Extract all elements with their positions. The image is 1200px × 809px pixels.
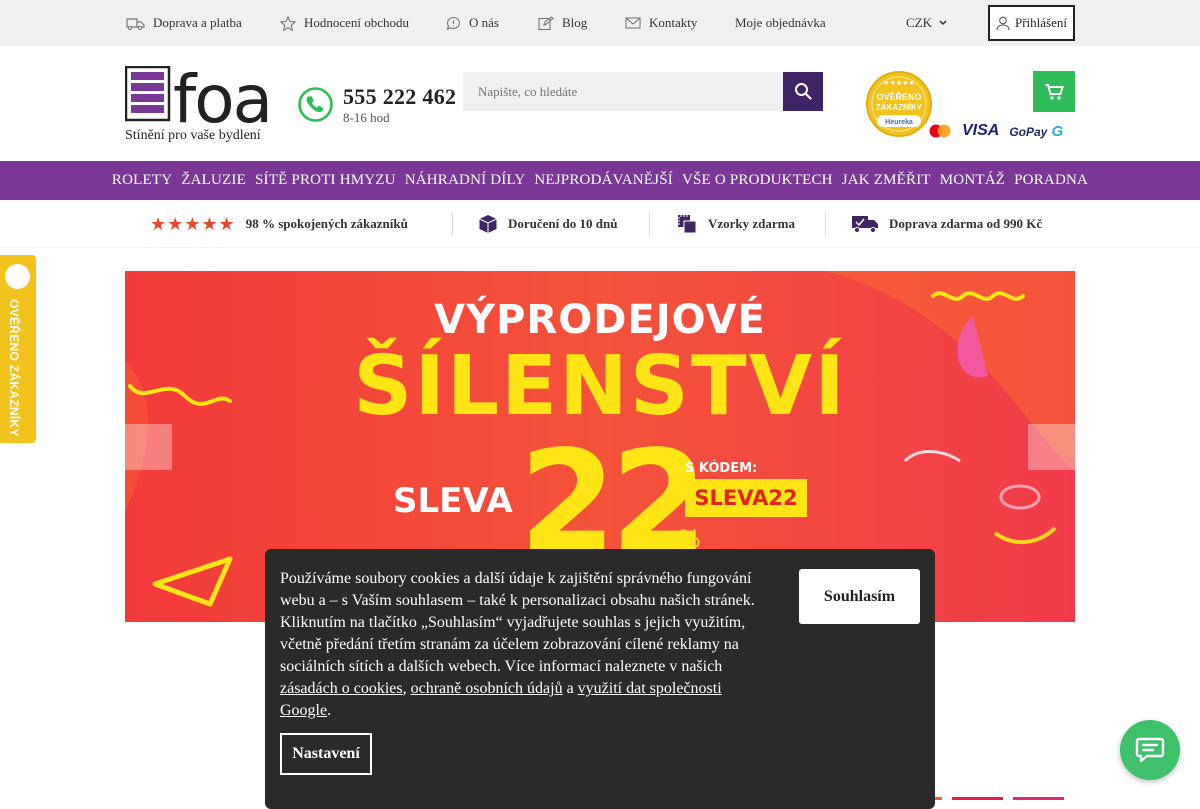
chevron-down-icon bbox=[939, 20, 947, 26]
cookie-text: Používáme soubory cookies a další údaje … bbox=[280, 568, 770, 722]
divider bbox=[649, 212, 650, 236]
star-icon bbox=[280, 15, 296, 31]
my-order-label: Moje objednávka bbox=[735, 15, 826, 30]
currency-select[interactable]: CZK bbox=[906, 0, 948, 46]
foa-logo[interactable]: foa bbox=[125, 66, 290, 126]
currency-label: CZK bbox=[906, 15, 932, 30]
usp-samples: Vzorky zdarma bbox=[676, 200, 795, 248]
verified-customers-tab[interactable]: OVĚŘENO ZÁKAZNÍKY bbox=[0, 255, 36, 443]
search-input[interactable] bbox=[463, 72, 783, 111]
usp-free-shipping: Doprava zdarma od 990 Kč bbox=[851, 200, 1042, 248]
shipping-link[interactable]: Doprava a platba bbox=[126, 0, 242, 46]
about-label: O nás bbox=[469, 15, 499, 30]
blog-label: Blog bbox=[562, 15, 588, 30]
logo-text: foa bbox=[173, 66, 271, 126]
edit-icon bbox=[538, 15, 554, 30]
nav-item-jak-zmerit[interactable]: JAK ZMĚŘIT bbox=[837, 172, 935, 189]
gopay-label: GoPay bbox=[1009, 124, 1048, 139]
nav-item-nejprodavanejsi[interactable]: NEJPRODÁVANĚJŠÍ bbox=[530, 172, 678, 189]
cookie-settings-button[interactable]: Nastavení bbox=[280, 733, 372, 775]
login-button[interactable]: Přihlášení bbox=[988, 5, 1075, 41]
phone-icon bbox=[298, 87, 333, 122]
heureka-badge[interactable]: ★★★★★ OVĚŘENO ZÁKAZNÍKY Heureka bbox=[865, 70, 933, 138]
gopay-icon: GoPay G bbox=[1009, 122, 1064, 140]
usp-delivery: Doručení do 10 dnů bbox=[478, 200, 617, 248]
cookie-dialog: Používáme soubory cookies a další údaje … bbox=[265, 549, 935, 809]
mail-icon bbox=[625, 17, 641, 29]
rating-stars: ★★★★★ bbox=[150, 213, 236, 235]
svg-text:★★★★★: ★★★★★ bbox=[883, 79, 914, 87]
divider bbox=[452, 212, 453, 236]
delivery-truck-icon bbox=[852, 216, 878, 233]
cookie-and: a bbox=[566, 680, 574, 697]
blog-link[interactable]: Blog bbox=[538, 0, 587, 46]
truck-icon bbox=[126, 17, 145, 30]
nav-item-nahradni-dily[interactable]: NÁHRADNÍ DÍLY bbox=[400, 172, 530, 189]
accept-cookies-button[interactable]: Souhlasím bbox=[799, 569, 920, 624]
top-bar: Doprava a platba Hodnocení obchodu O nás… bbox=[0, 0, 1200, 46]
banner-line1: VÝPRODEJOVÉ bbox=[434, 297, 766, 343]
main-nav: ROLETY ŽALUZIE SÍTĚ PROTI HMYZU NÁHRADNÍ… bbox=[0, 161, 1200, 200]
reviews-label: Hodnocení obchodu bbox=[304, 15, 410, 30]
usp-bar: ★★★★★ 98 % spokojených zákazníků Doručen… bbox=[0, 200, 1200, 248]
cookie-comma: , bbox=[402, 680, 407, 697]
nav-item-poradna[interactable]: PORADNA bbox=[1010, 172, 1093, 189]
mastercard-icon bbox=[929, 124, 951, 138]
banner-line2: ŠÍLENSTVÍ bbox=[353, 339, 847, 434]
cookie-period: . bbox=[327, 702, 332, 719]
banner-code: SLEVA22 bbox=[685, 479, 807, 517]
chat-icon bbox=[1135, 737, 1165, 763]
heureka-line1: OVĚŘENO bbox=[876, 91, 921, 102]
side-tab-label: OVĚŘENO ZÁKAZNÍKY bbox=[7, 299, 21, 437]
usp-samples-label: Vzorky zdarma bbox=[708, 216, 796, 231]
chat-button[interactable] bbox=[1120, 720, 1180, 780]
header: foa Stínění pro vaše bydlení 555 222 462… bbox=[0, 46, 1200, 161]
contacts-link[interactable]: Kontakty bbox=[625, 0, 697, 46]
my-order-link[interactable]: Moje objednávka bbox=[735, 0, 826, 46]
nav-item-rolety[interactable]: ROLETY bbox=[107, 172, 176, 189]
cart-button[interactable] bbox=[1033, 71, 1075, 112]
box-icon bbox=[479, 215, 497, 233]
nav-item-vse-o-produktech[interactable]: VŠE O PRODUKTECH bbox=[677, 172, 837, 189]
search-button[interactable] bbox=[783, 72, 823, 111]
comment-icon bbox=[446, 16, 460, 30]
payment-icons: VISA GoPay G bbox=[928, 122, 1063, 140]
usp-free-shipping-label: Doprava zdarma od 990 Kč bbox=[889, 216, 1043, 231]
about-link[interactable]: O nás bbox=[446, 0, 499, 46]
banner-sleva: SLEVA bbox=[393, 481, 513, 521]
visa-icon: VISA bbox=[962, 122, 1000, 139]
shipping-label: Doprava a platba bbox=[153, 15, 242, 30]
usp-delivery-label: Doručení do 10 dnů bbox=[508, 216, 618, 231]
user-icon bbox=[996, 16, 1010, 30]
heureka-brand: Heureka bbox=[885, 119, 913, 126]
heureka-line2: ZÁKAZNÍKY bbox=[876, 103, 923, 112]
nav-item-site[interactable]: SÍTĚ PROTI HMYZU bbox=[251, 172, 401, 189]
slider-prev-button[interactable] bbox=[125, 424, 172, 470]
usp-satisfaction: ★★★★★ 98 % spokojených zákazníků bbox=[150, 200, 408, 248]
phone-hours: 8-16 hod bbox=[343, 110, 390, 125]
banner-code-text: SLEVA22 bbox=[694, 486, 798, 510]
cookie-policy-link[interactable]: zásadách o cookies bbox=[280, 680, 403, 697]
cart-icon bbox=[1045, 83, 1064, 100]
login-label: Přihlášení bbox=[1015, 15, 1067, 30]
samples-icon bbox=[678, 215, 697, 234]
privacy-link[interactable]: ochraně osobních údajů bbox=[411, 680, 563, 697]
cookie-text-main: Používáme soubory cookies a další údaje … bbox=[280, 570, 755, 675]
divider bbox=[825, 212, 826, 236]
slider-next-button[interactable] bbox=[1028, 424, 1075, 470]
phone-number[interactable]: 555 222 462 bbox=[343, 84, 456, 110]
nav-item-montaz[interactable]: MONTÁŽ bbox=[935, 172, 1009, 189]
banner-code-label: S KÓDEM: bbox=[685, 461, 758, 476]
contacts-label: Kontakty bbox=[649, 15, 698, 30]
reviews-link[interactable]: Hodnocení obchodu bbox=[280, 0, 409, 46]
tagline: Stínění pro vaše bydlení bbox=[125, 128, 261, 143]
heureka-mini-icon bbox=[5, 264, 30, 289]
nav-item-zaluzie[interactable]: ŽALUZIE bbox=[177, 172, 251, 189]
usp-satisfaction-label: 98 % spokojených zákazníků bbox=[245, 216, 408, 231]
